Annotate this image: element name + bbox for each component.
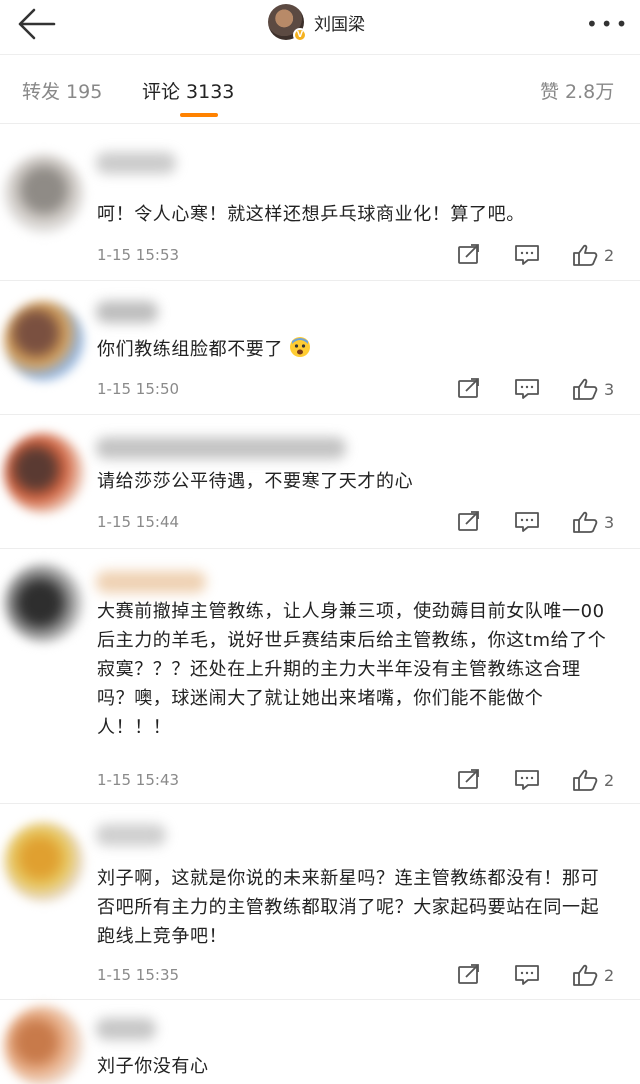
like-icon[interactable]	[572, 244, 598, 266]
comment-time: 1-15 15:35	[97, 966, 180, 984]
tab-reposts[interactable]: 转发 195	[22, 77, 102, 104]
username-blurred[interactable]	[96, 824, 166, 846]
avatar[interactable]	[4, 154, 84, 234]
username-blurred[interactable]	[96, 301, 158, 323]
username-blurred[interactable]	[96, 152, 176, 174]
repost-icon[interactable]	[456, 964, 482, 986]
repost-icon[interactable]	[456, 511, 482, 533]
avatar[interactable]	[4, 1006, 84, 1084]
comment-icon[interactable]	[514, 769, 540, 791]
comment-text: 请给莎莎公平待遇，不要寒了天才的心	[97, 471, 414, 492]
repost-icon[interactable]	[456, 244, 482, 266]
comment-icon[interactable]	[514, 511, 540, 533]
top-bar: V 刘国梁 •••	[0, 0, 640, 52]
like-icon[interactable]	[572, 511, 598, 533]
comment-actions: 3	[456, 378, 614, 400]
comment-text-row: 你们教练组脸都不要了	[97, 335, 616, 364]
like-count: 2	[604, 770, 615, 790]
profile-header[interactable]: V 刘国梁	[268, 2, 365, 42]
comment-actions: 2	[456, 964, 614, 986]
comment-icon[interactable]	[514, 964, 540, 986]
list-item: 呵！令人心寒！就这样还想乒乓球商业化！算了吧。 1-15 15:53 2	[0, 126, 640, 281]
fearful-face-icon	[289, 336, 311, 358]
tab-likes[interactable]: 赞 2.8万	[540, 77, 614, 104]
comment-text: 刘子啊，这就是你说的未来新星吗？连主管教练都没有！那可否吧所有主力的主管教练都取…	[97, 868, 600, 947]
comment-text: 刘子你没有心	[97, 1056, 209, 1077]
avatar[interactable]	[4, 433, 84, 513]
username-blurred[interactable]	[96, 1018, 156, 1040]
comment-text: 呵！令人心寒！就这样还想乒乓球商业化！算了吧。	[97, 204, 525, 225]
like-icon[interactable]	[572, 378, 598, 400]
comment-actions: 2	[456, 244, 614, 266]
like-count: 3	[604, 379, 615, 399]
like-icon[interactable]	[572, 769, 598, 791]
list-item: 请给莎莎公平待遇，不要寒了天才的心 1-15 15:44 3	[0, 415, 640, 549]
comment-actions: 2	[456, 769, 614, 791]
avatar[interactable]	[4, 822, 84, 902]
avatar[interactable]: V	[268, 4, 307, 42]
comment-time: 1-15 15:50	[97, 380, 180, 398]
comment-time: 1-15 15:43	[97, 771, 180, 789]
tab-bar: 转发 195 评论 3133 赞 2.8万	[0, 54, 640, 120]
comment-time: 1-15 15:44	[97, 513, 180, 531]
comment-time: 1-15 15:53	[97, 246, 180, 264]
like-icon[interactable]	[572, 964, 598, 986]
avatar[interactable]	[4, 563, 84, 643]
list-item: 刘子啊，这就是你说的未来新星吗？连主管教练都没有！那可否吧所有主力的主管教练都取…	[0, 804, 640, 1000]
comment-text: 你们教练组脸都不要了	[97, 339, 283, 360]
tab-comments[interactable]: 评论 3133	[142, 77, 234, 104]
repost-icon[interactable]	[456, 769, 482, 791]
like-count: 2	[604, 965, 615, 985]
username[interactable]: 刘国梁	[314, 10, 365, 35]
back-arrow-icon[interactable]	[14, 6, 58, 42]
active-tab-indicator	[180, 113, 218, 117]
repost-icon[interactable]	[456, 378, 482, 400]
comment-icon[interactable]	[514, 378, 540, 400]
verified-badge-icon: V	[293, 28, 307, 42]
list-item: 刘子你没有心	[0, 1000, 640, 1084]
list-item: 大赛前撤掉主管教练，让人身兼三项，使劲薅目前女队唯一00后主力的羊毛，说好世乒赛…	[0, 549, 640, 804]
comment-list: 呵！令人心寒！就这样还想乒乓球商业化！算了吧。 1-15 15:53 2 你们教…	[0, 120, 640, 1084]
username-blurred[interactable]	[96, 571, 206, 593]
more-icon[interactable]: •••	[586, 12, 630, 36]
comment-text: 大赛前撤掉主管教练，让人身兼三项，使劲薅目前女队唯一00后主力的羊毛，说好世乒赛…	[97, 601, 607, 738]
comment-icon[interactable]	[514, 244, 540, 266]
like-count: 3	[604, 512, 615, 532]
comment-actions: 3	[456, 511, 614, 533]
username-blurred[interactable]	[96, 437, 346, 459]
avatar[interactable]	[4, 301, 84, 381]
list-item	[0, 120, 640, 124]
list-item: 你们教练组脸都不要了 1-15 15:50 3	[0, 281, 640, 415]
like-count: 2	[604, 245, 615, 265]
